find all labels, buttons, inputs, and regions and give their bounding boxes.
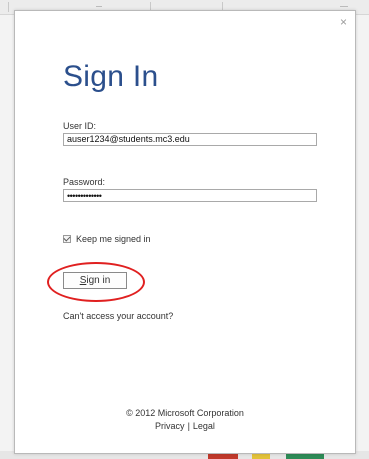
background-mark	[340, 6, 348, 7]
sign-in-button-label: ign in	[86, 275, 111, 286]
privacy-link[interactable]: Privacy	[155, 421, 185, 431]
password-field[interactable]: •••••••••••••	[63, 189, 317, 202]
sign-in-dialog: × Sign In User ID: Password: •••••••••••…	[14, 10, 356, 454]
legal-link[interactable]: Legal	[193, 421, 215, 431]
background-mark	[96, 6, 102, 7]
page-title: Sign In	[63, 60, 159, 93]
keep-signed-in-checkbox[interactable]	[63, 235, 71, 243]
cant-access-account-link[interactable]: Can't access your account?	[63, 311, 173, 321]
keep-signed-in-row[interactable]: Keep me signed in	[63, 234, 151, 244]
keep-signed-in-label: Keep me signed in	[76, 234, 151, 244]
background-divider	[8, 2, 9, 12]
copyright-text: © 2012 Microsoft Corporation	[126, 408, 244, 418]
userid-field[interactable]	[63, 133, 317, 146]
sign-in-button-accesskey: S	[79, 275, 87, 286]
footer-separator: |	[187, 421, 190, 431]
sign-in-button[interactable]: Sign in	[63, 272, 127, 289]
password-label: Password:	[63, 177, 106, 187]
footer-links: Privacy | Legal	[15, 421, 355, 431]
userid-label: User ID:	[63, 121, 97, 131]
close-icon[interactable]: ×	[340, 16, 347, 28]
